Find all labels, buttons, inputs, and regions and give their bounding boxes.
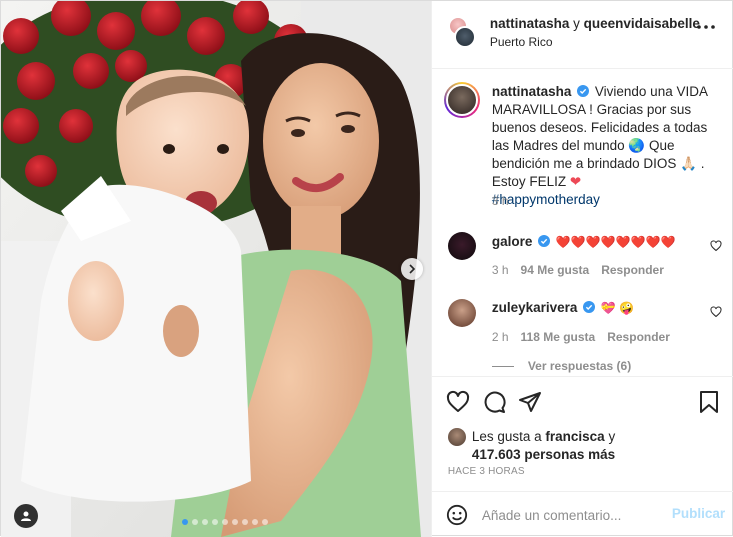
post-photo[interactable] bbox=[1, 1, 431, 537]
comment-meta: 2 h 118 Me gusta Responder bbox=[492, 330, 670, 344]
emoji-icon[interactable] bbox=[446, 504, 468, 526]
comment-input[interactable] bbox=[481, 504, 662, 526]
heart-icon[interactable] bbox=[710, 240, 722, 252]
authors-connector: y bbox=[569, 16, 584, 31]
carousel-dot bbox=[262, 519, 268, 525]
post-authors: nattinatasha y queenvidaisabelle bbox=[490, 16, 700, 31]
carousel-dot bbox=[192, 519, 198, 525]
carousel-dot bbox=[212, 519, 218, 525]
chevron-right-icon bbox=[409, 264, 416, 274]
author-username[interactable]: nattinatasha bbox=[490, 16, 570, 31]
comment-text: galore ❤️❤️❤️❤️❤️❤️❤️❤️ bbox=[492, 234, 676, 249]
publish-button[interactable]: Publicar bbox=[672, 506, 725, 521]
comment-username[interactable]: galore bbox=[492, 234, 533, 249]
carousel-indicators bbox=[182, 519, 268, 525]
carousel-dot bbox=[202, 519, 208, 525]
comment-text: zuleykarivera 💝 🤪 bbox=[492, 300, 634, 315]
likes-prefix: Les gusta a bbox=[471, 429, 546, 444]
comment-time[interactable]: 3 h bbox=[492, 263, 509, 277]
likes-count[interactable]: 417.603 personas más bbox=[472, 447, 615, 462]
view-replies-label: Ver respuestas (6) bbox=[527, 359, 632, 373]
carousel-dot bbox=[242, 519, 248, 525]
carousel-dot bbox=[252, 519, 258, 525]
collab-avatars[interactable] bbox=[444, 15, 478, 49]
photo-illustration bbox=[1, 1, 431, 537]
coauthor-username[interactable]: queenvidaisabelle bbox=[584, 16, 700, 31]
praying-emoji: 🙏🏻 bbox=[680, 156, 698, 171]
comment-icon[interactable] bbox=[482, 390, 506, 414]
comment-body: ❤️❤️❤️❤️❤️❤️❤️❤️ bbox=[555, 235, 676, 249]
post-location[interactable]: Puerto Rico bbox=[490, 35, 553, 49]
reply-button[interactable]: Responder bbox=[607, 330, 670, 344]
caption-timestamp[interactable]: 3 h bbox=[492, 194, 509, 208]
bookmark-icon[interactable] bbox=[698, 390, 720, 414]
tagged-users-button[interactable] bbox=[14, 504, 38, 528]
comment-composer: Publicar bbox=[431, 491, 733, 537]
avatar bbox=[453, 26, 476, 48]
more-icon[interactable] bbox=[697, 25, 715, 29]
verified-icon bbox=[538, 235, 551, 247]
next-photo-button[interactable] bbox=[401, 258, 423, 280]
user-tag-icon bbox=[21, 511, 31, 521]
reply-button[interactable]: Responder bbox=[601, 263, 664, 277]
comment-body: 💝 🤪 bbox=[600, 301, 635, 315]
comments-section[interactable]: nattinatasha Viviendo una VIDA MARAVILLO… bbox=[432, 70, 733, 376]
heart-icon[interactable] bbox=[710, 306, 722, 318]
post-timestamp[interactable]: HACE 3 HORAS bbox=[448, 466, 525, 477]
avatar[interactable] bbox=[447, 428, 466, 446]
likes-middle: y bbox=[604, 429, 616, 444]
comment-meta: 3 h 94 Me gusta Responder bbox=[492, 263, 664, 277]
verified-icon bbox=[577, 85, 590, 97]
carousel-dot bbox=[182, 519, 188, 525]
comment-likes[interactable]: 118 Me gusta bbox=[521, 330, 596, 344]
caption-username[interactable]: nattinatasha bbox=[492, 84, 572, 99]
avatar[interactable] bbox=[447, 232, 476, 260]
view-replies-button[interactable]: Ver respuestas (6) bbox=[492, 359, 631, 373]
share-icon[interactable] bbox=[518, 390, 542, 414]
earth-emoji: 🌏 bbox=[628, 138, 646, 153]
verified-icon bbox=[583, 301, 596, 313]
comment-username[interactable]: zuleykarivera bbox=[492, 300, 578, 315]
post-dialog: nattinatasha y queenvidaisabelle Puerto … bbox=[0, 0, 733, 537]
avatar[interactable] bbox=[443, 82, 480, 118]
likes-text: Les gusta a francisca y 417.603 personas… bbox=[472, 428, 712, 464]
liker-username[interactable]: francisca bbox=[545, 429, 604, 444]
comment-likes[interactable]: 94 Me gusta bbox=[521, 263, 590, 277]
post-actions bbox=[431, 376, 733, 426]
carousel-dot bbox=[232, 519, 238, 525]
comment-time[interactable]: 2 h bbox=[492, 330, 509, 344]
post-sidebar: nattinatasha y queenvidaisabelle Puerto … bbox=[430, 1, 733, 537]
carousel-dot bbox=[222, 519, 228, 525]
heart-icon[interactable] bbox=[446, 390, 470, 414]
heart-emoji: ❤ bbox=[569, 174, 582, 189]
post-caption: nattinatasha Viviendo una VIDA MARAVILLO… bbox=[492, 83, 724, 209]
avatar[interactable] bbox=[447, 299, 476, 327]
post-header: nattinatasha y queenvidaisabelle Puerto … bbox=[431, 1, 733, 69]
